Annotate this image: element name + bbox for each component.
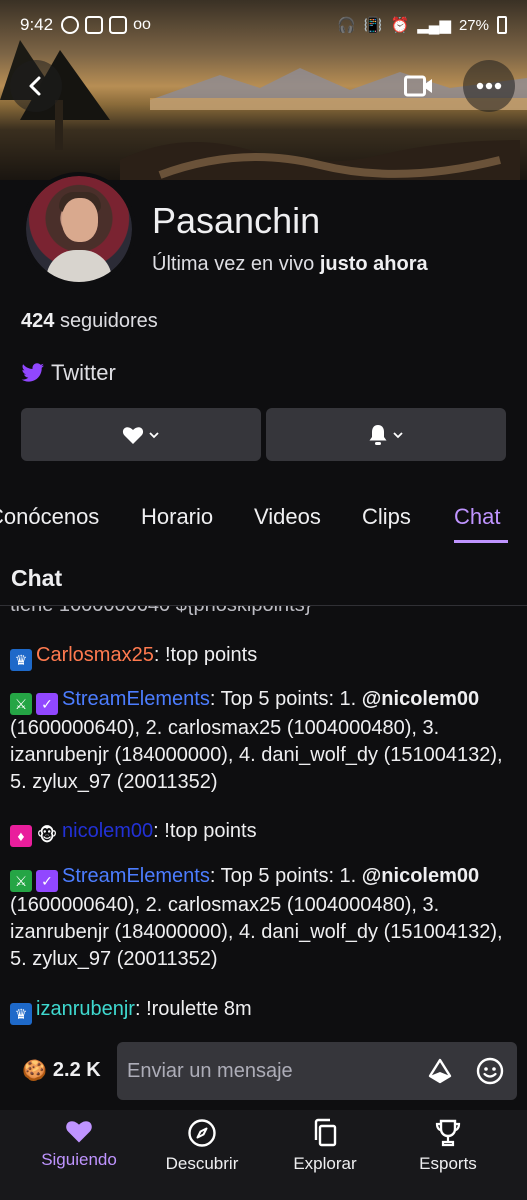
chat-mention[interactable]: @nicolem00 <box>362 865 479 887</box>
emote-picker-button[interactable] <box>474 1055 506 1087</box>
signal-icon: ▂▄▆ <box>417 17 451 34</box>
tab-about[interactable]: Conócenos <box>0 504 99 530</box>
twitter-icon <box>21 363 44 382</box>
channel-avatar[interactable] <box>22 172 136 286</box>
chat-username[interactable]: izanrubenjr <box>36 998 135 1020</box>
chat-message-text: : !top points <box>153 820 257 842</box>
nav-label: Siguiendo <box>41 1150 117 1169</box>
tab-chat[interactable]: Chat <box>454 504 500 530</box>
last-live-value: justo ahora <box>319 253 428 275</box>
verified-badge-icon: ✓ <box>36 693 58 715</box>
chat-username[interactable]: Carlosmax25 <box>36 644 154 666</box>
tab-clips[interactable]: Clips <box>362 504 411 530</box>
followers-number: 424 <box>21 310 55 332</box>
chat-mention[interactable]: @nicolem00 <box>362 688 479 710</box>
bell-icon <box>369 424 387 445</box>
nav-label: Explorar <box>293 1154 357 1173</box>
chat-message-text: : Top 5 points: 1. <box>209 865 362 887</box>
trophy-icon <box>435 1119 461 1147</box>
moderator-badge-icon: ⚔ <box>10 870 32 892</box>
smiley-icon <box>476 1057 504 1085</box>
active-tab-indicator <box>454 540 508 543</box>
instagram-icon <box>85 16 104 34</box>
chat-message-partial: tiene 1600000640 ${pnoskipoints} <box>10 606 515 619</box>
chat-username[interactable]: nicolem00 <box>62 820 153 842</box>
followers-label: seguidores <box>59 310 158 332</box>
chat-message: ♦ 🐵 nicolem00: !top points <box>10 818 515 847</box>
twitter-label: Twitter <box>51 360 116 385</box>
chat-message-text: : !top points <box>153 644 258 666</box>
video-camera-icon <box>404 75 432 97</box>
chevron-down-icon <box>393 431 403 438</box>
heart-icon <box>122 426 144 444</box>
chat-message: ♛ Carlosmax25: !top points <box>10 642 515 671</box>
chat-message-text-rest: (1600000640), 2. carlosmax25 (1004000480… <box>10 717 503 793</box>
chevron-down-icon <box>149 431 159 438</box>
chat-message-input[interactable] <box>117 1042 517 1100</box>
points-value: 2.2 K <box>52 1059 101 1081</box>
bottom-navigation: Siguiendo Descubrir Explorar Esports <box>0 1110 527 1200</box>
headset-icon: 🎧 <box>337 17 356 34</box>
monkey-badge-icon: 🐵 <box>36 825 58 845</box>
chat-message: ♛ izanrubenjr: !roulette 8m <box>10 996 515 1025</box>
bits-icon <box>428 1058 452 1084</box>
tab-schedule[interactable]: Horario <box>141 504 213 530</box>
nav-esports[interactable]: Esports <box>393 1118 503 1174</box>
chat-username[interactable]: StreamElements <box>62 688 210 710</box>
status-bar: 9:42 oo 🎧 📳 ⏰ ▂▄▆ 27% <box>0 0 527 50</box>
chat-message: ⚔ ✓ StreamElements: Top 5 points: 1. @nico… <box>10 686 515 796</box>
battery-level: 27% <box>458 16 489 34</box>
status-time: 9:42 <box>20 15 54 34</box>
heart-icon <box>66 1121 92 1143</box>
nav-discover[interactable]: Descubrir <box>147 1118 257 1174</box>
last-live-text: Última vez en vivo justo ahora <box>152 253 428 276</box>
chat-input-bar: 🍪 2.2 K <box>0 1042 527 1100</box>
follow-button[interactable] <box>21 408 261 461</box>
gallery-icon <box>109 16 128 34</box>
battery-icon <box>497 16 507 34</box>
crown-badge-icon: ♛ <box>10 1003 32 1025</box>
voicemail-icon: oo <box>133 16 151 33</box>
followers-count: 424 seguidores <box>21 310 158 333</box>
avatar-image <box>26 176 132 282</box>
sub-gift-badge-icon: ♦ <box>10 825 32 847</box>
twitter-link[interactable]: Twitter <box>21 360 116 386</box>
copy-icon <box>314 1118 337 1147</box>
banner-roots <box>120 140 520 180</box>
crown-badge-icon: ♛ <box>10 649 32 671</box>
chat-message-text: : Top 5 points: 1. <box>209 688 362 710</box>
more-options-button[interactable] <box>463 60 515 112</box>
channel-points-button[interactable]: 🍪 2.2 K <box>22 1058 101 1083</box>
verified-badge-icon: ✓ <box>36 870 58 892</box>
chat-message-text: : !roulette 8m <box>134 998 252 1020</box>
notifications-button[interactable] <box>266 408 506 461</box>
last-live-label: Última vez en vivo <box>152 253 315 275</box>
cookie-icon: 🍪 <box>22 1060 47 1082</box>
nav-label: Descubrir <box>165 1154 239 1173</box>
nav-label: Esports <box>419 1154 477 1173</box>
compass-icon <box>188 1119 216 1147</box>
back-button[interactable] <box>10 60 62 112</box>
chat-message: ⚔ ✓ StreamElements: Top 5 points: 1. @nico… <box>10 863 515 973</box>
more-horizontal-icon <box>476 82 502 90</box>
videos-button[interactable] <box>397 64 441 108</box>
chat-message-text-rest: (1600000640), 2. carlosmax25 (1004000480… <box>10 894 503 970</box>
chat-username[interactable]: StreamElements <box>62 865 210 887</box>
vibrate-icon: 📳 <box>363 17 383 34</box>
alarm-icon: ⏰ <box>390 17 410 34</box>
chevron-left-icon <box>29 76 41 96</box>
channel-name: Pasanchin <box>152 200 321 241</box>
chat-messages[interactable]: tiene 1600000640 ${pnoskipoints} ♛Carlos… <box>0 606 527 1026</box>
moderator-badge-icon: ⚔ <box>10 693 32 715</box>
channel-tabs: Conócenos Horario Videos Clips Chat <box>0 498 527 546</box>
whatsapp-icon <box>61 16 80 34</box>
chat-header: Chat <box>11 565 63 591</box>
tab-videos[interactable]: Videos <box>254 504 321 530</box>
nav-following[interactable]: Siguiendo <box>24 1118 134 1170</box>
nav-browse[interactable]: Explorar <box>270 1118 380 1174</box>
bits-button[interactable] <box>424 1055 456 1087</box>
